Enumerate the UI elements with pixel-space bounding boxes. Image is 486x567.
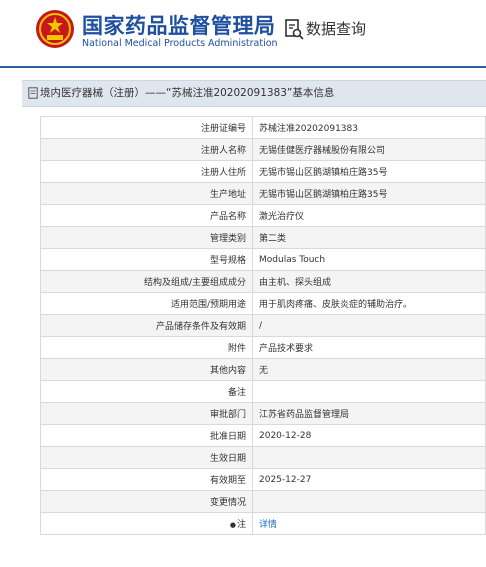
field-value: 产品技术要求 (252, 336, 486, 359)
note-value: 详情 (252, 512, 486, 535)
table-row: 结构及组成/主要组成成分 由主机、探头组成 (40, 270, 486, 293)
field-value (252, 380, 486, 403)
field-value: 江苏省药品监督管理局 (252, 402, 486, 425)
table-row: 型号规格 Modulas Touch (40, 248, 486, 271)
field-label: 适用范围/预期用途 (40, 292, 253, 315)
search-document-icon[interactable] (284, 18, 304, 40)
field-value: 由主机、探头组成 (252, 270, 486, 293)
field-value: 无 (252, 358, 486, 381)
table-row: 适用范围/预期用途 用于肌肉疼痛、皮肤炎症的辅助治疗。 (40, 292, 486, 315)
header-divider (0, 66, 486, 68)
table-row: 生产地址 无锡市锡山区鹅湖镇柏庄路35号 (40, 182, 486, 205)
table-row: 注册人名称 无锡佳健医疗器械股份有限公司 (40, 138, 486, 161)
table-row: 其他内容无 (40, 358, 486, 381)
page-title: 境内医疗器械（注册）——“苏械注准20202091383”基本信息 (40, 87, 335, 99)
table-row: 产品名称 激光治疗仪 (40, 204, 486, 227)
field-label: 型号规格 (40, 248, 253, 271)
document-icon (28, 87, 38, 99)
field-label: 其他内容 (40, 358, 253, 381)
table-row: 批准日期 2020-12-28 (40, 424, 486, 447)
table-row: 附件 产品技术要求 (40, 336, 486, 359)
field-value: 第二类 (252, 226, 486, 249)
field-label: 有效期至 (40, 468, 253, 491)
bullet-icon: ● (229, 521, 236, 529)
field-value: / (252, 314, 486, 337)
table-row: 有效期至 2025-12-27 (40, 468, 486, 491)
field-value: 无锡市锡山区鹅湖镇柏庄路35号 (252, 160, 486, 183)
field-label: 附件 (40, 336, 253, 359)
field-label: 注册人名称 (40, 138, 253, 161)
table-row: 备注 (40, 380, 486, 403)
field-value: 2020-12-28 (252, 424, 486, 447)
note-label: ●注 (40, 512, 253, 535)
field-label: 管理类别 (40, 226, 253, 249)
field-value: 苏械注准20202091383 (252, 116, 486, 139)
table-row: 管理类别 第二类 (40, 226, 486, 249)
table-row: 审批部门 江苏省药品监督管理局 (40, 402, 486, 425)
details-link[interactable]: 详情 (259, 520, 277, 530)
site-header: 国家药品监督管理局 National Medical Products Admi… (0, 0, 486, 66)
field-label: 结构及组成/主要组成成分 (40, 270, 253, 293)
field-label: 注册人住所 (40, 160, 253, 183)
field-value (252, 446, 486, 469)
field-label: 生产地址 (40, 182, 253, 205)
national-emblem-icon (36, 10, 74, 48)
field-value (252, 490, 486, 513)
org-name-cn: 国家药品监督管理局 (82, 14, 276, 38)
field-value: Modulas Touch (252, 248, 486, 271)
data-query-link[interactable]: 数据查询 (306, 18, 366, 39)
field-label: 生效日期 (40, 446, 253, 469)
field-label: 批准日期 (40, 424, 253, 447)
field-label: 审批部门 (40, 402, 253, 425)
field-value: 激光治疗仪 (252, 204, 486, 227)
table-row: ●注 详情 (40, 512, 486, 535)
field-value: 无锡佳健医疗器械股份有限公司 (252, 138, 486, 161)
field-label: 注册证编号 (40, 116, 253, 139)
field-label: 变更情况 (40, 490, 253, 513)
field-value: 无锡市锡山区鹅湖镇柏庄路35号 (252, 182, 486, 205)
org-name-en: National Medical Products Administration (82, 38, 278, 49)
field-value: 用于肌肉疼痛、皮肤炎症的辅助治疗。 (252, 292, 486, 315)
table-row: 产品储存条件及有效期 / (40, 314, 486, 337)
field-label: 备注 (40, 380, 253, 403)
table-row: 注册人住所 无锡市锡山区鹅湖镇柏庄路35号 (40, 160, 486, 183)
device-info-table: 注册证编号 苏械注准20202091383 注册人名称 无锡佳健医疗器械股份有限公司注… (40, 116, 486, 535)
detail-title-bar: 境内医疗器械（注册）——“苏械注准20202091383”基本信息 (22, 80, 486, 107)
table-row: 变更情况 (40, 490, 486, 513)
note-label-text: 注 (236, 520, 246, 530)
field-value: 2025-12-27 (252, 468, 486, 491)
field-label: 产品储存条件及有效期 (40, 314, 253, 337)
table-row: 生效日期 (40, 446, 486, 469)
table-row: 注册证编号 苏械注准20202091383 (40, 116, 486, 139)
field-label: 产品名称 (40, 204, 253, 227)
